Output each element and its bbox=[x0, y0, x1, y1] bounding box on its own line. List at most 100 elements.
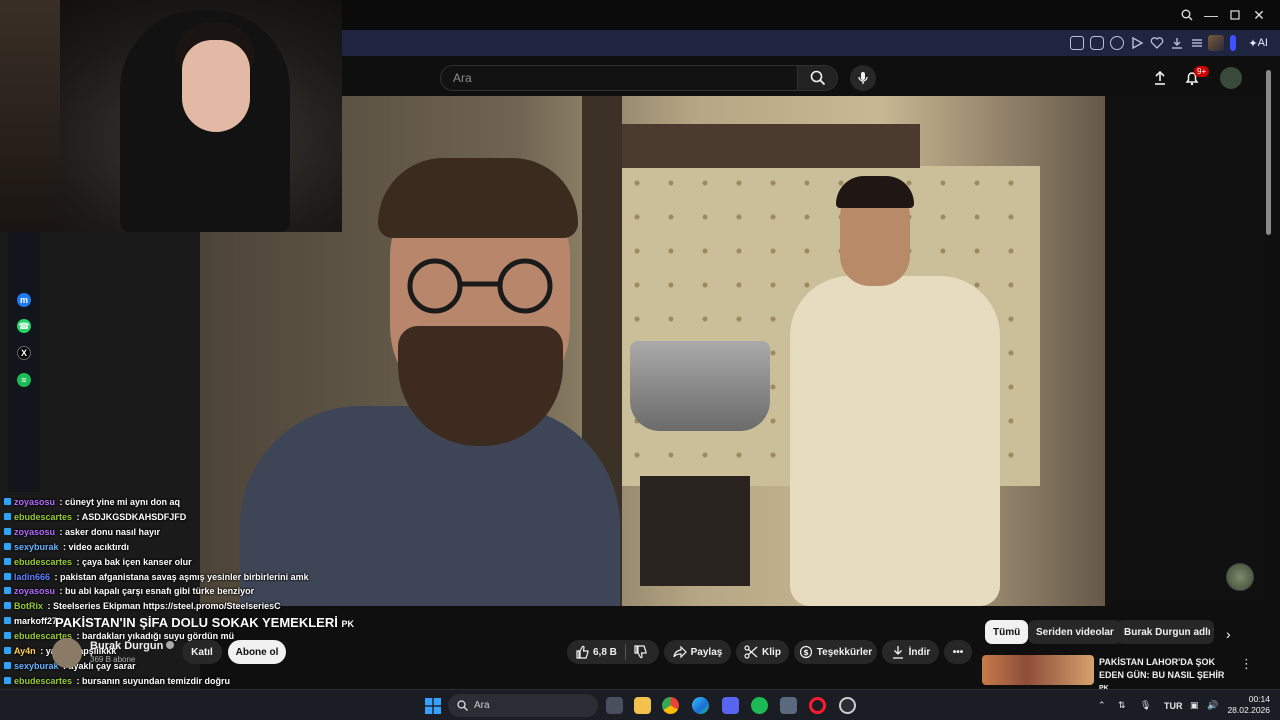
discord-icon[interactable] bbox=[722, 697, 739, 714]
messenger-icon[interactable]: m bbox=[17, 293, 31, 307]
chat-separator: : bbox=[57, 526, 66, 537]
input-language[interactable]: TUR bbox=[1164, 690, 1183, 720]
microphone-icon[interactable]: 🎙 bbox=[1140, 690, 1151, 720]
file-explorer-icon[interactable] bbox=[634, 697, 651, 714]
chat-separator: : bbox=[74, 675, 83, 686]
minimize-icon[interactable]: — bbox=[1198, 0, 1224, 30]
chat-username[interactable]: ebudescartes bbox=[14, 557, 72, 567]
chat-separator: : bbox=[45, 601, 53, 612]
account-avatar[interactable] bbox=[1220, 67, 1242, 89]
chat-badge-icon bbox=[4, 602, 11, 610]
clip-button[interactable]: Klip bbox=[736, 640, 789, 664]
task-view-icon[interactable] bbox=[606, 697, 623, 714]
chat-username[interactable]: BotRix bbox=[14, 601, 43, 611]
chat-username[interactable]: ebudescartes bbox=[14, 512, 72, 522]
ai-assistant-button[interactable]: ✦ AI bbox=[1244, 34, 1272, 52]
voice-search-button[interactable] bbox=[850, 65, 876, 91]
chat-username[interactable]: ladin666 bbox=[14, 572, 50, 582]
network-icon[interactable]: ⇅ bbox=[1118, 690, 1126, 720]
upload-button[interactable] bbox=[1150, 68, 1170, 88]
thumbs-up-icon bbox=[576, 645, 589, 659]
chip-all[interactable]: Tümü bbox=[985, 620, 1029, 644]
chat-username[interactable]: zoyasosu bbox=[14, 586, 55, 596]
search-icon bbox=[457, 700, 468, 711]
subscribe-button[interactable]: Abone ol bbox=[228, 640, 286, 664]
microphone-icon bbox=[858, 72, 868, 84]
windows-start-icon[interactable] bbox=[425, 698, 441, 714]
channel-name[interactable]: Burak Durgun bbox=[90, 640, 175, 652]
chat-username[interactable]: sexyburak bbox=[14, 542, 59, 552]
chat-text: bursanın suyundan temizdir doğru bbox=[82, 675, 231, 686]
subscriber-count: 369 B abone bbox=[90, 655, 136, 664]
scrollbar-thumb[interactable] bbox=[1266, 70, 1271, 235]
maximize-icon[interactable] bbox=[1222, 0, 1248, 30]
shield-icon[interactable] bbox=[1110, 36, 1124, 50]
search-input[interactable]: Ara bbox=[440, 65, 798, 91]
dislike-button[interactable] bbox=[628, 640, 656, 664]
chat-badge-icon bbox=[4, 557, 11, 565]
x-twitter-icon[interactable]: X bbox=[17, 346, 31, 360]
video-side-area bbox=[1105, 96, 1265, 606]
obs-icon[interactable] bbox=[839, 697, 856, 714]
chat-message: ebudescartes : ASDJKGSDKAHSDFJFD bbox=[0, 510, 420, 525]
chrome-icon[interactable] bbox=[662, 697, 679, 714]
scissors-icon bbox=[744, 645, 758, 659]
browser-title-bar: — ✕ bbox=[342, 0, 1280, 30]
chat-username[interactable]: ebudescartes bbox=[14, 676, 72, 686]
join-button[interactable]: Katıl bbox=[182, 640, 222, 664]
whatsapp-icon[interactable]: ☎ bbox=[17, 319, 31, 333]
game-launcher-icon[interactable] bbox=[780, 697, 797, 714]
play-icon[interactable] bbox=[1130, 36, 1144, 50]
extension-icon[interactable] bbox=[1208, 35, 1224, 51]
chat-username[interactable]: zoyasosu bbox=[14, 497, 55, 507]
floating-avatar[interactable] bbox=[1226, 563, 1254, 591]
chat-message: zoyasosu : cüneyt yine mi aynı don aq bbox=[0, 495, 420, 510]
more-actions-button[interactable]: ••• bbox=[944, 640, 972, 664]
chat-separator: : bbox=[57, 586, 66, 597]
spotify-icon[interactable]: ≈ bbox=[17, 373, 31, 387]
download-icon[interactable] bbox=[1170, 36, 1184, 50]
video-frame-shelf bbox=[620, 124, 920, 168]
chat-separator: : bbox=[52, 571, 61, 582]
thanks-button[interactable]: $ Teşekkürler bbox=[794, 640, 877, 664]
opera-icon[interactable] bbox=[809, 697, 826, 714]
windows-taskbar: Ara ⌃ ⇅ 🎙 TUR ▣ 🔊 00:14 28.02.2026 bbox=[0, 689, 1280, 720]
like-count: 6,8 B bbox=[593, 646, 617, 658]
chat-username[interactable]: Ay4n bbox=[14, 646, 36, 656]
display-icon[interactable]: ▣ bbox=[1190, 690, 1199, 720]
chip-channel-uploads[interactable]: Burak Durgun adlı yükleyiciden bbox=[1116, 620, 1214, 644]
volume-icon[interactable]: 🔊 bbox=[1207, 690, 1218, 720]
camera-icon[interactable] bbox=[1090, 36, 1104, 50]
chat-username[interactable]: sexyburak bbox=[14, 661, 59, 671]
channel-avatar[interactable] bbox=[52, 638, 82, 668]
search-button[interactable] bbox=[798, 65, 838, 91]
video-frame-tea-vendor bbox=[790, 276, 1000, 606]
recommended-video-thumbnail[interactable] bbox=[982, 655, 1094, 685]
taskbar-clock[interactable]: 00:14 28.02.2026 bbox=[1226, 694, 1270, 716]
heart-icon[interactable] bbox=[1150, 36, 1164, 50]
chat-badge-icon bbox=[4, 572, 11, 580]
taskbar-search[interactable]: Ara bbox=[448, 694, 598, 717]
chat-message: BotRix : Steelseries Ekipman https://ste… bbox=[0, 599, 420, 614]
search-icon[interactable] bbox=[1174, 0, 1200, 30]
like-divider bbox=[625, 644, 626, 660]
edge-icon[interactable] bbox=[692, 697, 709, 714]
video-frame-stove bbox=[640, 476, 750, 586]
chat-username[interactable]: markoff27 bbox=[14, 616, 57, 626]
social-sidebar bbox=[8, 232, 40, 492]
spotify-icon[interactable] bbox=[751, 697, 768, 714]
tray-overflow-icon[interactable]: ⌃ bbox=[1098, 690, 1106, 720]
chat-badge-icon bbox=[4, 676, 11, 684]
chat-username[interactable]: zoyasosu bbox=[14, 527, 55, 537]
edit-icon[interactable] bbox=[1070, 36, 1084, 50]
chip-series-videos[interactable]: Seriden videolar bbox=[1028, 620, 1122, 644]
sidebar-toggle-icon[interactable] bbox=[1230, 35, 1236, 51]
menu-icon[interactable] bbox=[1190, 36, 1204, 50]
share-button[interactable]: Paylaş bbox=[664, 640, 731, 664]
download-button[interactable]: İndir bbox=[882, 640, 939, 664]
upload-icon bbox=[1155, 70, 1165, 85]
chat-message: ladin666 : pakistan afganistana savaş aş… bbox=[0, 570, 420, 585]
chevron-right-icon[interactable]: › bbox=[1226, 626, 1231, 642]
close-icon[interactable]: ✕ bbox=[1246, 0, 1272, 30]
kebab-menu-icon[interactable]: ⋮ bbox=[1240, 656, 1253, 672]
